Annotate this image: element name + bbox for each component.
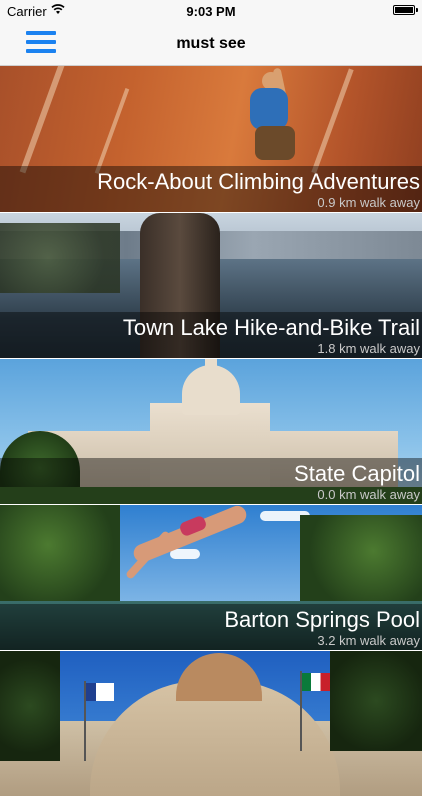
place-distance: 3.2 km walk away [317,633,420,648]
caption-overlay: Barton Springs Pool 3.2 km walk away [0,604,422,650]
place-name: State Capitol [294,461,420,486]
navigation-bar: must see [0,22,422,66]
places-list: Rock-About Climbing Adventures 0.9 km wa… [0,66,422,796]
battery-icon [393,5,418,15]
place-card-town-lake[interactable]: Town Lake Hike-and-Bike Trail 1.8 km wal… [0,212,422,358]
place-name: Barton Springs Pool [224,607,420,632]
place-card-state-capitol[interactable]: State Capitol 0.0 km walk away [0,358,422,504]
place-card-barton-springs[interactable]: Barton Springs Pool 3.2 km walk away [0,504,422,650]
place-distance: 0.9 km walk away [317,195,420,210]
place-photo [0,651,422,796]
place-name: Town Lake Hike-and-Bike Trail [122,315,420,340]
caption-overlay: State Capitol 0.0 km walk away [0,458,422,504]
place-distance: 1.8 km walk away [317,341,420,356]
page-title: must see [176,35,246,52]
place-distance: 0.0 km walk away [317,487,420,502]
place-card-rock-about[interactable]: Rock-About Climbing Adventures 0.9 km wa… [0,66,422,212]
caption-overlay: Town Lake Hike-and-Bike Trail 1.8 km wal… [0,312,422,358]
status-bar: Carrier 9:03 PM [0,0,422,22]
place-card-history-museum[interactable] [0,650,422,796]
caption-overlay: Rock-About Climbing Adventures 0.9 km wa… [0,166,422,212]
clock: 9:03 PM [186,4,236,19]
place-name: Rock-About Climbing Adventures [97,169,420,194]
